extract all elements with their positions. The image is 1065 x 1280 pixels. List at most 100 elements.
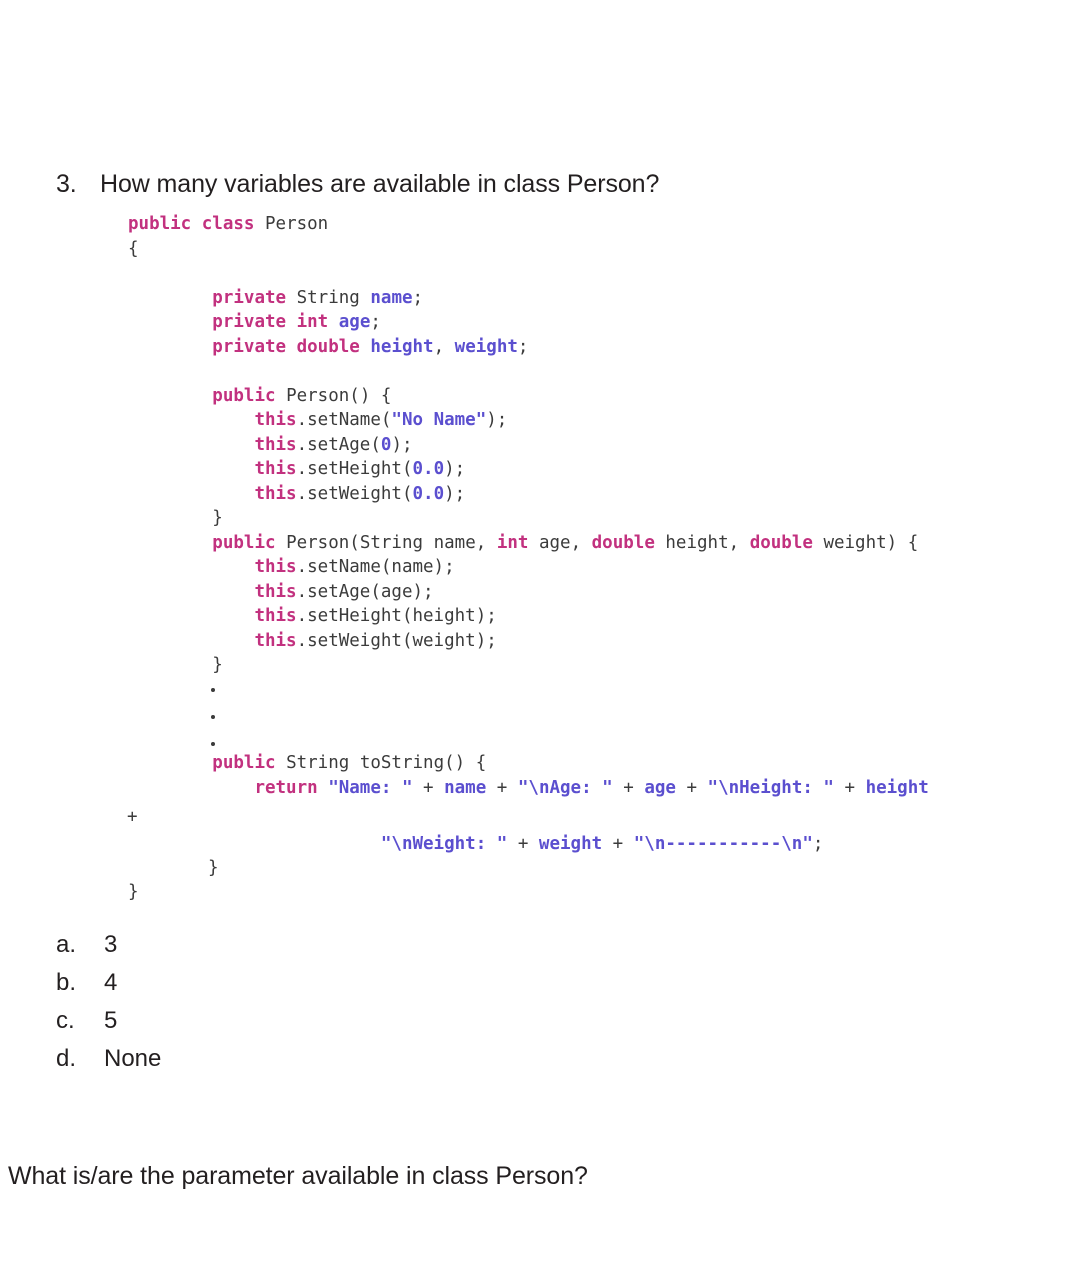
code-token: ; xyxy=(517,336,529,357)
code-token: ); xyxy=(444,483,466,504)
ellipsis-dot xyxy=(211,742,215,746)
code-token: ); xyxy=(486,410,508,430)
code-token: .setWeight( xyxy=(296,483,413,504)
code-token: int xyxy=(296,312,329,332)
code-token: public xyxy=(128,214,192,234)
code-token: + xyxy=(507,834,539,854)
code-token: weight) { xyxy=(812,532,919,553)
code-token: height, xyxy=(654,532,750,553)
code-token: ; xyxy=(370,312,381,332)
code-line: this.setHeight(0.0); xyxy=(128,457,1058,482)
code-token: toString() { xyxy=(349,753,487,773)
code-token: name xyxy=(444,777,487,798)
code-token: "No Name" xyxy=(391,410,487,430)
code-token: class xyxy=(201,214,255,234)
option-text: 3 xyxy=(104,931,118,958)
closing-brace-method: } xyxy=(208,858,219,878)
code-line: } xyxy=(128,506,1058,531)
code-token: 0.0 xyxy=(412,483,445,504)
code-token: this xyxy=(254,459,297,479)
code-token: + xyxy=(612,777,645,798)
ellipsis-dot xyxy=(211,688,215,692)
code-token: double xyxy=(749,532,813,553)
closing-brace-class: } xyxy=(128,882,139,902)
code-token: private xyxy=(212,287,287,308)
code-token: .setHeight( xyxy=(296,459,413,479)
option-letter: c. xyxy=(56,1007,75,1034)
code-token: height xyxy=(865,777,929,798)
code-token: int xyxy=(496,532,529,553)
code-line: private double height, weight; xyxy=(128,335,1058,360)
code-line: this.setWeight(weight); xyxy=(128,629,1058,654)
code-token: { xyxy=(128,238,139,259)
code-line: { xyxy=(128,237,1058,262)
code-token: private xyxy=(212,312,287,332)
code-line: public String toString() { xyxy=(128,751,1058,776)
answer-option-a[interactable]: a. 3 xyxy=(56,926,476,964)
code-token: "\nAge: " xyxy=(517,777,613,798)
question-text: How many variables are available in clas… xyxy=(100,170,660,198)
answer-option-d[interactable]: d. None xyxy=(56,1040,476,1078)
code-token: public xyxy=(212,532,276,553)
answer-option-c[interactable]: c. 5 xyxy=(56,1002,476,1040)
code-token: String xyxy=(296,287,360,308)
code-token: double xyxy=(591,532,655,553)
answer-option-b[interactable]: b. 4 xyxy=(56,964,476,1002)
code-token: String xyxy=(286,753,350,773)
code-token: Person() { xyxy=(286,385,392,406)
code-token: + xyxy=(602,834,634,854)
code-line: return "Name: " + name + "\nAge: " + age… xyxy=(128,776,1058,801)
option-text: None xyxy=(104,1045,162,1072)
code-token: + xyxy=(833,777,866,798)
code-token: "\n-----------\n" xyxy=(633,834,813,854)
code-token: .setName(name); xyxy=(296,557,455,577)
code-token: + xyxy=(412,777,445,798)
code-line: this.setName(name); xyxy=(128,555,1058,580)
code-token: ); xyxy=(391,434,413,455)
code-token: , xyxy=(433,336,455,357)
code-line: public Person(String name, int age, doub… xyxy=(128,531,1058,556)
code-token: this xyxy=(254,581,297,602)
code-token: age xyxy=(338,312,371,332)
code-token: name, xyxy=(423,532,497,553)
code-token: .setHeight(height); xyxy=(296,606,497,626)
code-token: this xyxy=(254,483,297,504)
code-token: .setAge( xyxy=(296,434,381,455)
line-wrap-plus-operator: + xyxy=(127,807,138,827)
code-token: ); xyxy=(444,459,466,479)
option-text: 5 xyxy=(104,1007,118,1034)
code-token: public xyxy=(212,753,276,773)
code-token: String xyxy=(359,532,424,553)
code-token: Person( xyxy=(286,532,360,553)
code-line: this.setWeight(0.0); xyxy=(128,482,1058,507)
code-line: private String name; xyxy=(128,286,1058,311)
code-line: this.setHeight(height); xyxy=(128,604,1058,629)
code-token: + xyxy=(675,777,708,798)
code-token: return xyxy=(254,777,318,798)
code-line: public class Person xyxy=(128,212,1058,237)
code-token: "\nWeight: " xyxy=(380,834,508,854)
code-token: 0.0 xyxy=(412,459,445,479)
code-block: public class Person{ private String name… xyxy=(128,212,1058,800)
option-letter: d. xyxy=(56,1045,77,1072)
